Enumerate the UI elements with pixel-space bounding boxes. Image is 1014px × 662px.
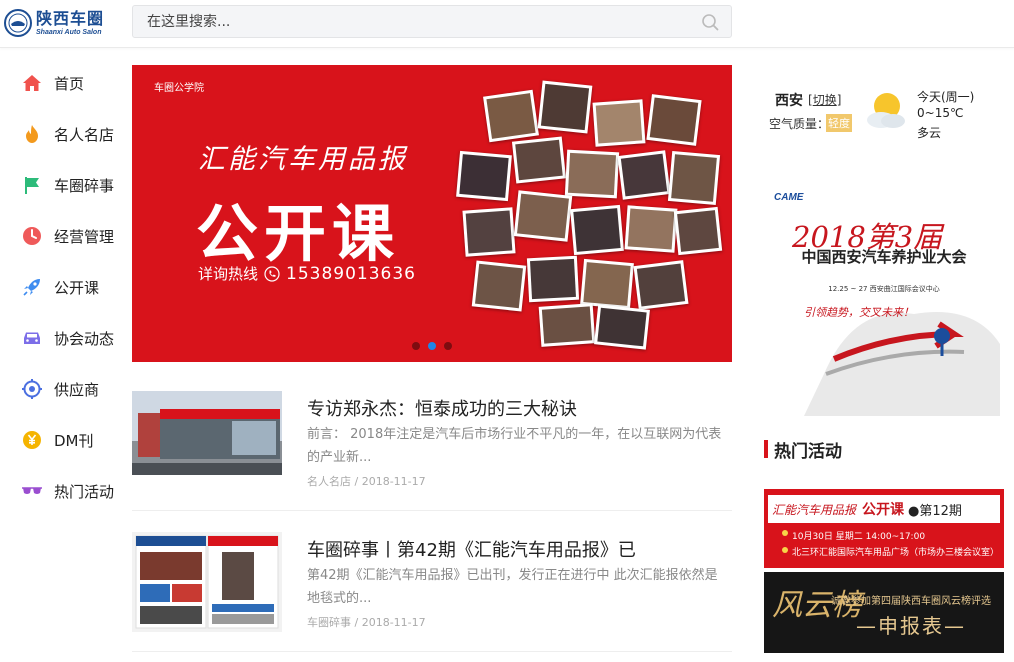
flag-icon (20, 173, 44, 197)
weather-day: 今天(周一) (917, 90, 975, 104)
phone-icon (264, 265, 280, 282)
article-thumbnail[interactable] (132, 532, 282, 632)
sidebar-item-home[interactable]: 首页 (20, 68, 84, 98)
ad-conference-title: 中国西安汽车养护业大会 (801, 248, 967, 266)
sunglasses-icon (20, 479, 44, 503)
heading-accent-bar (764, 440, 768, 458)
clock-icon (20, 224, 44, 248)
target-icon (20, 377, 44, 401)
banner-brand: 车圈公学院 (154, 83, 204, 94)
sidebar-item-management[interactable]: 经营管理 (20, 221, 114, 251)
article-meta: 车圈碎事 / 2018-11-17 (307, 616, 426, 629)
hot-event-card-open-class[interactable]: 汇能汽车用品报 公开课 ●第12期 10月30日 星期二 14:00~17:00… (764, 489, 1004, 568)
sidebar-item-label: 首页 (54, 74, 85, 93)
banner-photo-collage (444, 73, 724, 353)
article-title[interactable]: 车圈碎事丨第42期《汇能汽车用品报》已 (307, 536, 636, 562)
sidebar-item-hot-events[interactable]: 热门活动 (20, 476, 114, 506)
hero-banner[interactable]: 车圈公学院 汇能汽车用品报 公开课 详询热线 15389013636 (132, 65, 732, 362)
sidebar-item-association[interactable]: 协会动态 (20, 323, 114, 353)
logo-emblem-icon (4, 9, 32, 37)
event-location: 北三环汇能国际汽车用品广场（市场办三楼会议室） (792, 548, 1000, 558)
banner-headline-script: 汇能汽车用品报 (198, 144, 408, 175)
banner-headline: 公开课 (196, 197, 401, 270)
time-pin-icon (782, 530, 788, 536)
search-box (132, 5, 732, 38)
rocket-icon (20, 275, 44, 299)
slider-dot[interactable] (444, 342, 452, 350)
search-icon[interactable] (701, 13, 719, 31)
sidebar-item-label: 经营管理 (54, 227, 115, 246)
weather-widget: 西安 [切换] 空气质量： 轻度 今天(周一) 0~15℃ 多云 (766, 86, 1006, 146)
ranking-apply-form: —申报表— (856, 614, 966, 638)
article-meta: 名人名店 / 2018-11-17 (307, 475, 426, 488)
hot-event-card-ranking[interactable]: 风云榜 诚邀参加第四届陕西车圈风云榜评选 —申报表— (764, 572, 1004, 653)
ad-org-logo: CAME (774, 192, 804, 203)
hotline-number: 15389013636 (286, 263, 416, 284)
sidebar-item-trivia[interactable]: 车圈碎事 (20, 170, 114, 200)
article-date: 2018-11-17 (361, 616, 426, 629)
yen-coin-icon (20, 428, 44, 452)
flame-icon (20, 122, 44, 146)
logo-english-text: Shaanxi Auto Salon (36, 28, 102, 36)
logo-chinese-text: 陕西车圈 (36, 8, 105, 28)
car-icon (20, 326, 44, 350)
sidebar-item-label: 车圈碎事 (54, 176, 115, 195)
sidebar-item-open-class[interactable]: 公开课 (20, 272, 99, 302)
sidebar-item-dm[interactable]: DM刊 (20, 425, 94, 455)
sidebar-item-label: 公开课 (54, 278, 100, 297)
banner-hotline: 详询热线 15389013636 (198, 263, 416, 284)
air-quality-badge: 轻度 (826, 114, 852, 132)
sidebar-item-label: 名人名店 (54, 125, 115, 144)
article-thumbnail[interactable] (132, 391, 282, 475)
sidebar-item-label: 热门活动 (54, 482, 115, 501)
search-input[interactable] (147, 6, 687, 37)
article-item[interactable]: 专访郑永杰：恒泰成功的三大秘诀 前言： 2018年注定是汽车后市场行业不平凡的一… (132, 391, 732, 511)
sidebar-item-supplier[interactable]: 供应商 (20, 374, 99, 404)
ranking-invite: 诚邀参加第四届陕西车圈风云榜评选 (831, 596, 991, 607)
ad-slogan: 引领趋势，交叉未来！ (804, 306, 914, 319)
article-title[interactable]: 专访郑永杰：恒泰成功的三大秘诀 (307, 395, 577, 421)
weather-switch-link[interactable]: [切换] (808, 91, 841, 108)
sidebar-item-label: DM刊 (54, 431, 94, 450)
site-logo[interactable]: 陕西车圈 Shaanxi Auto Salon (4, 8, 116, 38)
ad-date-line: 12.25 ~ 27 西安曲江国际会议中心 (828, 285, 940, 293)
header: 陕西车圈 Shaanxi Auto Salon (0, 0, 1014, 48)
weather-condition: 多云 (917, 126, 942, 140)
weather-temperature: 0~15℃ (917, 106, 964, 120)
slider-dot[interactable] (412, 342, 420, 350)
weather-city: 西安 (775, 93, 803, 109)
sidebar-item-label: 供应商 (54, 380, 100, 399)
article-category[interactable]: 车圈碎事 (307, 616, 351, 629)
home-icon (20, 71, 44, 95)
sidebar-item-celebrity[interactable]: 名人名店 (20, 119, 114, 149)
article-item[interactable]: 车圈碎事丨第42期《汇能汽车用品报》已 第42期《汇能汽车用品报》已出刊，发行正… (132, 532, 732, 652)
event-time: 10月30日 星期二 14:00~17:00 (792, 532, 926, 542)
conference-ad[interactable]: CAME 2018第3届 中国西安汽车养护业大会 12.25 ~ 27 西安曲江… (764, 184, 1004, 416)
hot-events-heading: 热门活动 (764, 438, 842, 462)
air-quality-label: 空气质量： (769, 117, 830, 131)
article-excerpt: 前言： 2018年注定是汽车后市场行业不平凡的一年，在以互联网为代表的产业新..… (307, 427, 722, 465)
location-pin-icon (782, 547, 788, 553)
banner-slider-dots (412, 342, 452, 350)
article-category[interactable]: 名人名店 (307, 475, 351, 488)
sidebar-item-label: 协会动态 (54, 329, 115, 348)
hotline-label: 详询热线 (198, 265, 259, 283)
slider-dot-active[interactable] (428, 342, 436, 350)
article-date: 2018-11-17 (361, 475, 426, 488)
partly-cloudy-icon (867, 93, 905, 128)
article-excerpt: 第42期《汇能汽车用品报》已出刊，发行正在进行中 此次汇能报依然是地毯式的... (307, 568, 718, 606)
